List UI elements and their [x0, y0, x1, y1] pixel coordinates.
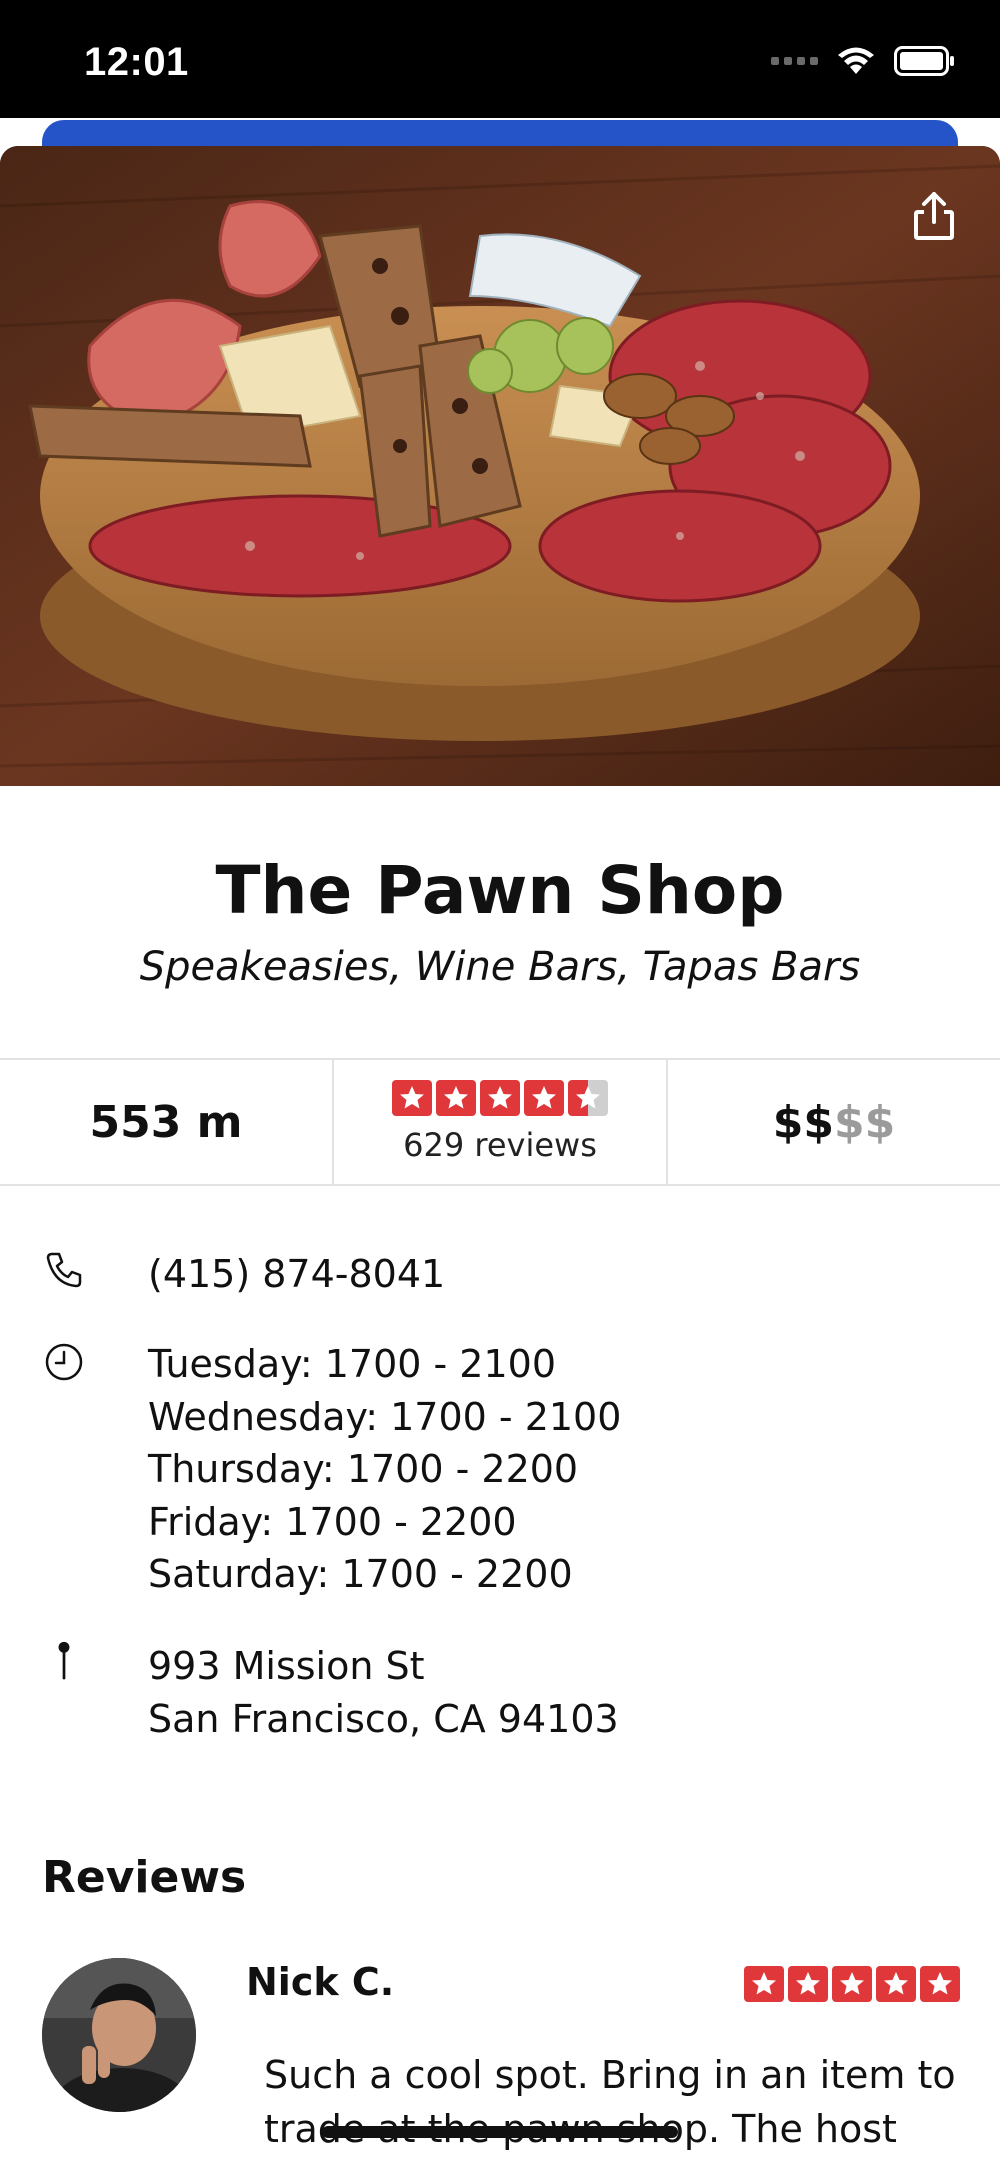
star-icon — [744, 1966, 784, 2002]
star-icon — [392, 1080, 432, 1116]
star-icon — [832, 1966, 872, 2002]
avatar[interactable] — [42, 1958, 196, 2112]
share-icon[interactable] — [912, 190, 956, 242]
address[interactable]: 993 Mission St San Francisco, CA 94103 — [148, 1640, 619, 1745]
star-icon — [788, 1966, 828, 2002]
phone-number[interactable]: (415) 874-8041 — [148, 1248, 445, 1301]
status-time: 12:01 — [84, 40, 189, 84]
hours-line: Wednesday: 1700 - 2100 — [148, 1394, 622, 1439]
status-indicators — [771, 46, 956, 76]
star-icon — [568, 1080, 608, 1116]
stats-row: 553 m 629 reviews $$$$ — [0, 1058, 1000, 1186]
reviewer-name[interactable]: Nick C. — [246, 1960, 394, 2004]
review-count: 629 reviews — [403, 1126, 597, 1164]
price-inactive: $$ — [834, 1096, 896, 1148]
battery-icon — [894, 46, 954, 76]
location-pin-icon — [58, 1641, 70, 1680]
signal-icon — [771, 57, 818, 65]
price-cell: $$$$ — [666, 1060, 1000, 1184]
rating-stars — [392, 1080, 608, 1116]
charcuterie-board-image — [0, 146, 1000, 786]
star-icon — [436, 1080, 476, 1116]
status-bar: 12:01 — [0, 0, 1000, 118]
hours-line: Friday: 1700 - 2200 — [148, 1499, 517, 1544]
hours-line: Saturday: 1700 - 2200 — [148, 1552, 573, 1596]
price-level: $$$$ — [773, 1097, 895, 1148]
star-icon — [876, 1966, 916, 2002]
business-name: The Pawn Shop — [215, 852, 785, 929]
star-icon — [524, 1080, 564, 1116]
hero-photo — [0, 146, 1000, 786]
home-indicator[interactable] — [322, 2126, 678, 2138]
clock-icon — [45, 1343, 83, 1381]
phone-icon — [46, 1252, 82, 1288]
hours-line: Thursday: 1700 - 2200 — [148, 1447, 579, 1491]
rating-cell[interactable]: 629 reviews — [332, 1060, 666, 1184]
distance-cell: 553 m — [0, 1060, 332, 1184]
opening-hours: Tuesday: 1700 - 2100 Wednesday: 1700 - 2… — [148, 1338, 621, 1601]
star-icon — [920, 1966, 960, 2002]
review-rating-stars — [744, 1966, 960, 2002]
address-line-1: 993 Mission St — [148, 1644, 425, 1688]
hours-line: Tuesday: 1700 - 2100 — [148, 1342, 556, 1386]
business-categories: Speakeasies, Wine Bars, Tapas Bars — [139, 944, 861, 990]
review-text: Such a cool spot. Bring in an item to tr… — [264, 2053, 956, 2164]
distance-value: 553 m — [89, 1096, 243, 1148]
star-icon — [480, 1080, 520, 1116]
address-line-2: San Francisco, CA 94103 — [148, 1696, 619, 1741]
reviews-heading: Reviews — [42, 1852, 247, 1903]
price-active: $$ — [772, 1096, 834, 1148]
wifi-icon — [838, 47, 874, 74]
